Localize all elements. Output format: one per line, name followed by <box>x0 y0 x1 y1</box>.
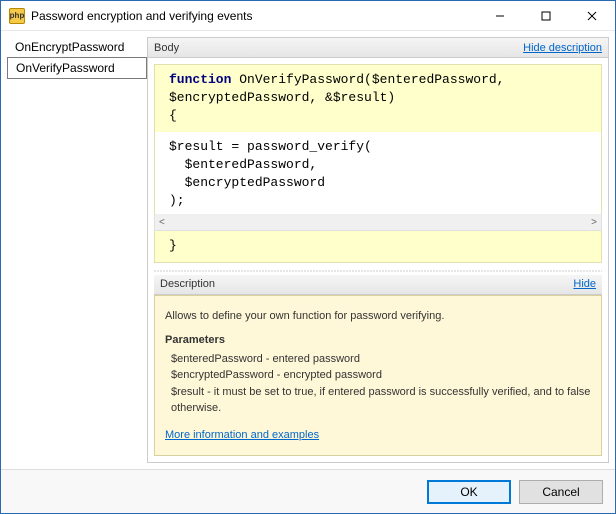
description-panel: Description Hide Allows to define your o… <box>154 275 602 457</box>
code-area: function OnVerifyPassword($enteredPasswo… <box>148 58 608 275</box>
scroll-left-icon[interactable]: < <box>159 217 165 228</box>
dialog-window: php Password encryption and verifying ev… <box>0 0 616 514</box>
function-signature: function OnVerifyPassword($enteredPasswo… <box>154 64 602 132</box>
content-area: OnEncryptPassword OnVerifyPassword Body … <box>1 31 615 469</box>
minimize-icon <box>495 11 505 21</box>
window-title: Password encryption and verifying events <box>31 9 477 23</box>
close-button[interactable] <box>569 1 615 30</box>
description-body: Allows to define your own function for p… <box>154 295 602 457</box>
parameters-heading: Parameters <box>165 332 591 349</box>
hide-link[interactable]: Hide <box>573 278 596 290</box>
horizontal-scrollbar[interactable]: < > <box>154 214 602 231</box>
titlebar: php Password encryption and verifying ev… <box>1 1 615 31</box>
param-result: $result - it must be set to true, if ent… <box>171 384 591 417</box>
description-intro: Allows to define your own function for p… <box>165 308 591 325</box>
sidebar-item-onverifypassword[interactable]: OnVerifyPassword <box>7 57 147 79</box>
minimize-button[interactable] <box>477 1 523 30</box>
more-info-link[interactable]: More information and examples <box>165 429 319 441</box>
scroll-right-icon[interactable]: > <box>591 217 597 228</box>
ok-button[interactable]: OK <box>427 480 511 504</box>
description-title: Description <box>160 278 215 290</box>
event-list: OnEncryptPassword OnVerifyPassword <box>7 37 147 463</box>
maximize-button[interactable] <box>523 1 569 30</box>
app-icon: php <box>9 8 25 24</box>
sidebar-item-onencryptpassword[interactable]: OnEncryptPassword <box>7 37 147 57</box>
main-panel: Body Hide description function OnVerifyP… <box>147 37 609 463</box>
hide-description-link[interactable]: Hide description <box>523 42 602 54</box>
window-controls <box>477 1 615 30</box>
close-icon <box>587 11 597 21</box>
cancel-button[interactable]: Cancel <box>519 480 603 504</box>
description-header: Description Hide <box>154 275 602 295</box>
function-closing-brace: } <box>154 231 602 262</box>
dialog-footer: OK Cancel <box>1 469 615 513</box>
maximize-icon <box>541 11 551 21</box>
param-entered: $enteredPassword - entered password <box>171 351 591 368</box>
param-encrypted: $encryptedPassword - encrypted password <box>171 367 591 384</box>
body-title: Body <box>154 42 179 54</box>
splitter-handle[interactable] <box>154 267 602 275</box>
code-editor[interactable]: $result = password_verify( $enteredPassw… <box>154 132 602 215</box>
body-header: Body Hide description <box>148 38 608 58</box>
